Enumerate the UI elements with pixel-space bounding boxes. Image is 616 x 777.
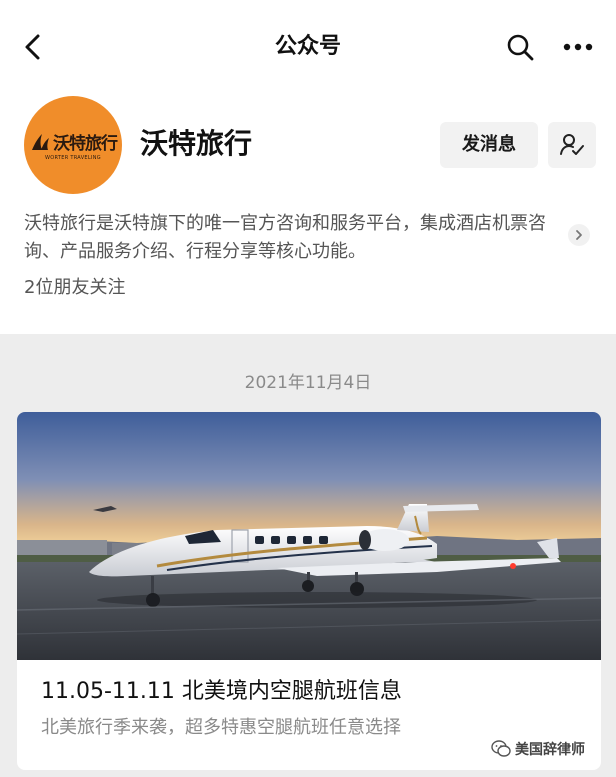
chevron-right-icon[interactable] <box>568 224 590 246</box>
wechat-logo-icon <box>491 740 511 757</box>
article-card[interactable]: 11.05-11.11 北美境内空腿航班信息 北美旅行季来袭，超多特惠空腿航班任… <box>17 412 601 770</box>
watermark: 美国辞律师 <box>491 736 585 762</box>
article-cover-image <box>17 412 601 660</box>
friends-following-count: 2位朋友关注 <box>24 277 126 298</box>
user-check-icon <box>560 134 584 155</box>
send-message-button[interactable]: 发消息 <box>440 122 538 168</box>
feed-date: 2021年11月4日 <box>244 373 372 393</box>
article-summary: 北美旅行季来袭，超多特惠空腿航班任意选择 <box>41 717 401 738</box>
avatar-logo-text: 沃特旅行 <box>53 134 118 154</box>
follow-status-button[interactable] <box>548 122 596 168</box>
more-icon[interactable] <box>558 30 598 64</box>
account-name: 沃特旅行 <box>140 127 253 160</box>
avatar-logo-subtext: WORTER TRAVELING <box>45 155 101 161</box>
logo-sail-icon <box>32 133 49 150</box>
account-profile: 沃特旅行 WORTER TRAVELING 沃特旅行 发消息 沃特旅行是沃特旗下… <box>0 94 616 334</box>
article-title[interactable]: 11.05-11.11 北美境内空腿航班信息 <box>41 676 402 708</box>
top-nav-bar: 公众号 <box>0 0 616 94</box>
avatar[interactable]: 沃特旅行 WORTER TRAVELING <box>24 96 122 194</box>
account-description[interactable]: 沃特旅行是沃特旗下的唯一官方咨询和服务平台，集成酒店机票咨询、产品服务介绍、行程… <box>24 210 569 266</box>
watermark-text: 美国辞律师 <box>515 742 585 758</box>
search-icon[interactable] <box>503 30 537 64</box>
